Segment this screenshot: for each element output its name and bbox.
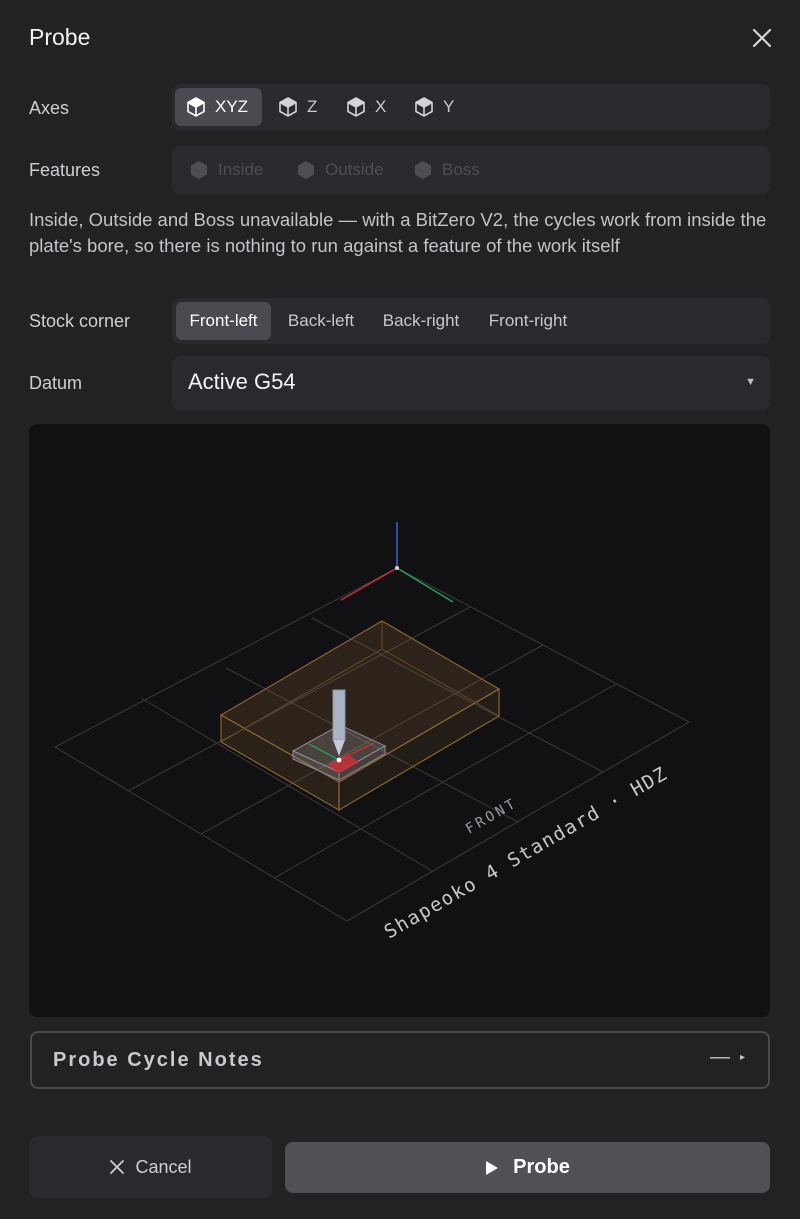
features-label: Features <box>29 160 101 180</box>
axes-option-label: Z <box>307 97 318 116</box>
close-icon[interactable] <box>748 24 776 52</box>
collapse-dash-icon: — <box>710 1046 730 1068</box>
cube-icon <box>347 97 365 117</box>
features-option-label: Boss <box>442 160 480 179</box>
origin-point <box>395 566 399 570</box>
features-option-boss: Boss <box>402 151 502 189</box>
cancel-button[interactable]: Cancel <box>29 1136 272 1198</box>
axes-option-xyz[interactable]: XYZ <box>175 88 262 126</box>
cube-icon <box>298 161 314 179</box>
stock-box <box>219 620 501 812</box>
probe-cycle-notes-label: Probe Cycle Notes <box>53 1049 264 1071</box>
datum-label: Datum <box>29 373 83 393</box>
stock-corner-back-right[interactable]: Back-right <box>371 302 471 340</box>
stock-corner-option-label: Back-right <box>382 311 460 330</box>
stock-corner-back-left[interactable]: Back-left <box>276 302 366 340</box>
origin-y-axis <box>396 567 454 603</box>
axes-option-label: Y <box>443 97 455 116</box>
dialog-title: Probe <box>29 24 91 50</box>
stock-corner-option-label: Back-left <box>287 311 355 330</box>
features-option-label: Outside <box>325 160 384 179</box>
cube-icon <box>187 97 205 117</box>
stock-corner-label: Stock corner <box>29 311 131 331</box>
probe-3d-viewport[interactable]: FRONT Shapeoko 4 Standard · HDZ <box>29 424 770 1017</box>
cube-icon <box>279 97 297 117</box>
cube-icon <box>415 161 431 179</box>
probe-button[interactable]: Probe <box>285 1142 770 1193</box>
axes-option-z[interactable]: Z <box>267 88 329 126</box>
probe-button-label: Probe <box>513 1156 570 1178</box>
viewport-scene: FRONT Shapeoko 4 Standard · HDZ <box>53 522 691 944</box>
probe-cycle-notes-panel[interactable]: Probe Cycle Notes — ▸ <box>30 1031 770 1089</box>
stock-corner-front-left[interactable]: Front-left <box>176 302 271 340</box>
features-option-inside: Inside <box>178 151 282 189</box>
features-option-outside: Outside <box>285 151 397 189</box>
features-option-label: Inside <box>218 160 264 179</box>
datum-select-value: Active G54 <box>188 369 296 394</box>
axes-option-x[interactable]: X <box>335 88 397 126</box>
expand-triangle-icon: ▸ <box>740 1052 746 1063</box>
features-segmented-control: Inside Outside Boss <box>172 146 770 194</box>
stock-corner-option-label: Front-left <box>189 311 258 330</box>
axes-option-label: X <box>375 97 387 116</box>
origin-x-axis <box>340 567 398 601</box>
axes-segmented-control: XYZ Z X Y <box>172 84 770 130</box>
stock-corner-front-right[interactable]: Front-right <box>476 302 580 340</box>
stock-corner-option-label: Front-right <box>488 311 568 330</box>
features-unavailable-note: Inside, Outside and Boss unavailable — w… <box>29 209 767 256</box>
close-icon <box>110 1160 125 1174</box>
chevron-down-icon: ▼ <box>745 376 756 388</box>
cancel-button-label: Cancel <box>135 1156 192 1177</box>
axes-option-y[interactable]: Y <box>403 88 465 126</box>
axes-label: Axes <box>29 98 70 118</box>
front-label: FRONT <box>463 795 520 837</box>
stock-corner-segmented-control: Front-left Back-left Back-right Front-ri… <box>172 298 770 344</box>
datum-select[interactable]: Active G54 ▼ <box>172 356 770 410</box>
probe-dialog: Probe Axes XYZ Z X Y Features Inside Out… <box>0 0 800 1219</box>
axes-option-label: XYZ <box>215 97 249 116</box>
cube-icon <box>415 97 433 117</box>
play-icon <box>486 1160 499 1175</box>
machine-label: Shapeoko 4 Standard · HDZ <box>381 763 672 944</box>
cube-icon <box>191 161 207 179</box>
